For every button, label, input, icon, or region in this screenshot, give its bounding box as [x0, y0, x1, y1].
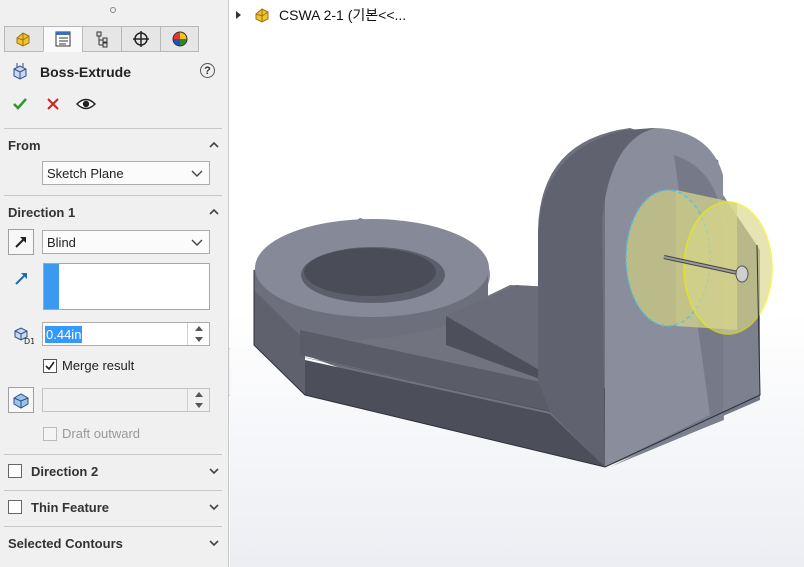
feature-title-row: Boss-Extrude ?	[10, 62, 215, 82]
direction2-label: Direction 2	[31, 463, 99, 479]
feature-tree-root[interactable]: CSWA 2-1 (기본<<...	[235, 5, 406, 25]
tab-property-manager[interactable]	[43, 26, 82, 52]
merge-result-label: Merge result	[62, 358, 135, 373]
spin-down-button	[188, 400, 209, 411]
divider	[4, 195, 222, 196]
ok-button[interactable]	[10, 94, 30, 114]
end-condition-value: Blind	[47, 234, 76, 250]
direction-vector-icon	[15, 273, 27, 285]
panel-grip-handle[interactable]	[110, 7, 116, 13]
tab-configuration-manager[interactable]	[82, 26, 121, 52]
action-buttons	[10, 94, 109, 114]
check-icon	[45, 361, 55, 370]
direction1-section-header[interactable]: Direction 1	[8, 203, 220, 221]
selected-contours-label: Selected Contours	[8, 535, 123, 551]
triangle-down-icon	[194, 337, 203, 342]
direction2-section-header[interactable]: Direction 2	[8, 462, 220, 480]
draft-toggle-button[interactable]	[8, 387, 34, 413]
spin-up-button[interactable]	[188, 323, 209, 334]
part-icon	[255, 8, 269, 23]
close-icon	[47, 98, 59, 110]
draft-outward-label: Draft outward	[62, 426, 141, 441]
end-condition-dropdown[interactable]: Blind	[42, 230, 210, 254]
expand-arrow-icon[interactable]	[235, 10, 243, 20]
triangle-down-icon	[194, 403, 203, 408]
draft-icon	[13, 393, 29, 409]
divider	[4, 526, 222, 527]
direction2-checkbox[interactable]	[8, 464, 22, 478]
divider	[4, 454, 222, 455]
thin-feature-label: Thin Feature	[31, 499, 110, 515]
spin-down-button[interactable]	[188, 334, 209, 345]
help-icon: ?	[204, 64, 211, 77]
property-manager-panel: Boss-Extrude ? From Sketch Plane Directi…	[0, 0, 229, 567]
tab-dimxpert-manager[interactable]	[121, 26, 160, 52]
reverse-direction-icon	[15, 237, 26, 248]
spin-up-button	[188, 389, 209, 400]
divider	[4, 128, 222, 129]
chevron-up-icon	[209, 141, 219, 148]
depth-input[interactable]: 0.44in	[42, 322, 210, 346]
draft-outward-checkbox: Draft outward	[43, 426, 140, 441]
part-name: CSWA 2-1 (기본<<...	[279, 7, 407, 23]
svg-text:D1: D1	[24, 337, 34, 345]
tab-display-manager[interactable]	[160, 26, 199, 52]
configuration-manager-icon	[96, 31, 108, 48]
chevron-down-icon	[191, 239, 203, 246]
triangle-up-icon	[194, 392, 203, 397]
3d-model-view[interactable]	[230, 0, 804, 567]
eye-icon	[76, 98, 96, 110]
reverse-direction-button[interactable]	[8, 229, 34, 255]
depth-dimension-icon: D1	[14, 327, 34, 345]
help-button[interactable]: ?	[200, 63, 215, 78]
from-label: From	[8, 137, 41, 153]
checkmark-icon	[13, 98, 27, 110]
direction-selection-box[interactable]	[43, 263, 210, 310]
boss-extrude-icon	[13, 63, 27, 80]
dimxpert-manager-icon	[133, 31, 149, 47]
from-dropdown-value: Sketch Plane	[47, 165, 124, 181]
feature-manager-icon	[16, 32, 30, 47]
chevron-up-icon	[209, 208, 219, 215]
chevron-down-icon	[209, 504, 219, 511]
from-section-header[interactable]: From	[8, 136, 220, 154]
detailed-preview-button[interactable]	[76, 94, 96, 114]
display-manager-icon	[172, 31, 187, 47]
thin-feature-checkbox[interactable]	[8, 500, 22, 514]
from-dropdown[interactable]: Sketch Plane	[42, 161, 210, 185]
depth-value: 0.44in	[45, 325, 83, 343]
property-manager-icon	[55, 31, 71, 47]
chevron-down-icon	[209, 468, 219, 475]
selected-contours-section-header[interactable]: Selected Contours	[8, 534, 220, 552]
tab-feature-manager[interactable]	[4, 26, 43, 52]
manager-tabs	[4, 26, 200, 52]
divider	[4, 490, 222, 491]
chevron-down-icon	[209, 540, 219, 547]
selection-active-bar	[44, 264, 59, 309]
draft-angle-input	[42, 388, 210, 412]
chevron-down-icon	[191, 170, 203, 177]
triangle-up-icon	[194, 326, 203, 331]
feature-title: Boss-Extrude	[40, 64, 132, 80]
depth-spinner[interactable]	[187, 323, 209, 345]
merge-result-checkbox[interactable]: Merge result	[43, 358, 134, 373]
direction1-label: Direction 1	[8, 204, 76, 220]
thin-feature-section-header[interactable]: Thin Feature	[8, 498, 220, 516]
cancel-button[interactable]	[43, 94, 63, 114]
